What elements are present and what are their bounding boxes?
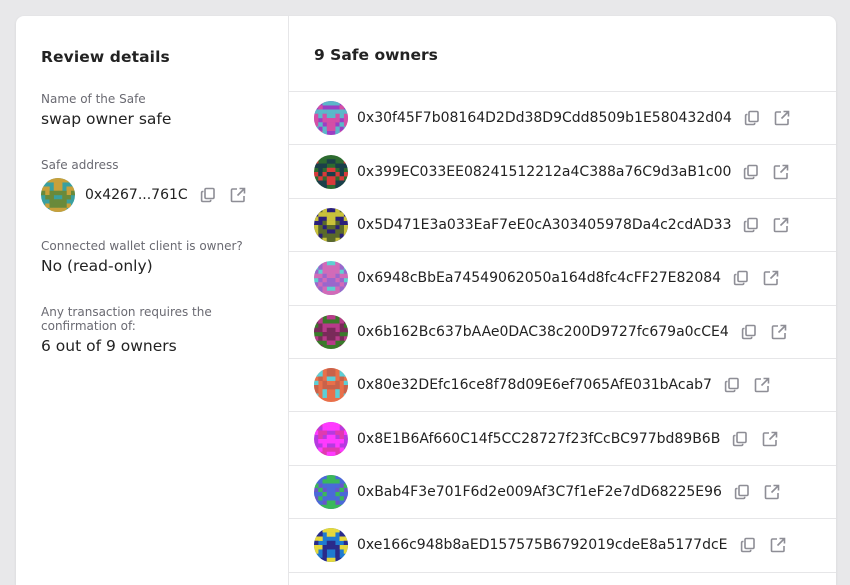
external-link-icon[interactable] <box>773 164 789 180</box>
copy-icon[interactable] <box>200 187 216 203</box>
owner-row: 0xBab4F3e701F6d2e009Af3C7f1eF2e7dD68225E… <box>289 466 836 520</box>
safe-address-value: 0x4267...761C <box>85 187 188 203</box>
safe-avatar <box>41 178 75 212</box>
copy-icon[interactable] <box>743 164 759 180</box>
threshold-value: 6 out of 9 owners <box>41 337 177 355</box>
owner-row: 0x399EC033EE08241512212a4C388a76C9d3aB1c… <box>289 145 836 199</box>
safe-name-value: swap owner safe <box>41 110 172 128</box>
owners-title: 9 Safe owners <box>289 16 836 92</box>
owner-address: 0x6b162Bc637bAAe0DAC38c200D9727fc679a0cC… <box>357 323 729 340</box>
owners-panel: 9 Safe owners 0x30f45F7b08164D2Dd38D9Cdd… <box>289 16 836 585</box>
owner-address: 0xe166c948b8aED157575B6792019cdeE8a5177d… <box>357 537 728 554</box>
owner-avatar <box>314 474 348 509</box>
copy-icon[interactable] <box>734 484 750 500</box>
owner-row: 0x30f45F7b08164D2Dd38D9Cdd8509b1E580432d… <box>289 92 836 146</box>
owner-address: 0x8E1B6Af660C14f5CC28727f23fCcBC977bd89B… <box>357 430 721 447</box>
threshold-label: Any transaction requires the confirmatio… <box>41 305 212 333</box>
review-card: Review details Name of the Safe swap own… <box>16 16 836 585</box>
threshold-field: Any transaction requires the confirmatio… <box>41 305 261 356</box>
owner-avatar <box>314 528 348 563</box>
owner-avatar <box>314 314 348 349</box>
safe-name-field: Name of the Safe swap owner safe <box>41 92 171 129</box>
owner-row: 0x6948cBbEa74549062050a164d8fc4cFF27E820… <box>289 252 836 306</box>
external-link-icon[interactable] <box>754 377 770 393</box>
owner-list: 0x30f45F7b08164D2Dd38D9Cdd8509b1E580432d… <box>289 92 836 573</box>
owner-address: 0x80e32DEfc16ce8f78d09E6ef7065AfE031bAca… <box>357 377 712 394</box>
external-link-icon[interactable] <box>770 537 786 553</box>
review-details-panel: Review details Name of the Safe swap own… <box>16 16 289 585</box>
owner-avatar <box>314 207 348 242</box>
owner-address: 0xBab4F3e701F6d2e009Af3C7f1eF2e7dD68225E… <box>357 483 722 500</box>
review-details-title: Review details <box>41 48 170 66</box>
owner-row: 0xe166c948b8aED157575B6792019cdeE8a5177d… <box>289 519 836 573</box>
owner-avatar <box>314 154 348 189</box>
safe-address-row: 0x4267...761C <box>41 178 246 212</box>
safe-address-field: Safe address 0x4267...761C <box>41 158 246 212</box>
owner-address: 0x5D471E3a033EaF7eE0cA303405978Da4c2cdAD… <box>357 216 732 233</box>
external-link-icon[interactable] <box>762 431 778 447</box>
owner-row: 0x5D471E3a033EaF7eE0cA303405978Da4c2cdAD… <box>289 199 836 253</box>
owner-avatar <box>314 368 348 403</box>
external-link-icon[interactable] <box>230 187 246 203</box>
owner-row: 0x80e32DEfc16ce8f78d09E6ef7065AfE031bAca… <box>289 359 836 413</box>
external-link-icon[interactable] <box>764 484 780 500</box>
external-link-icon[interactable] <box>763 270 779 286</box>
copy-icon[interactable] <box>743 217 759 233</box>
copy-icon[interactable] <box>732 431 748 447</box>
owner-avatar <box>314 101 348 136</box>
owner-row: 0x6b162Bc637bAAe0DAC38c200D9727fc679a0cC… <box>289 306 836 359</box>
external-link-icon[interactable] <box>774 110 790 126</box>
owner-avatar <box>314 261 348 296</box>
owner-address: 0x6948cBbEa74549062050a164d8fc4cFF27E820… <box>357 270 722 287</box>
safe-address-label: Safe address <box>41 158 119 172</box>
owner-avatar <box>314 421 348 456</box>
external-link-icon[interactable] <box>771 324 787 340</box>
copy-icon[interactable] <box>733 270 749 286</box>
owner-address: 0x399EC033EE08241512212a4C388a76C9d3aB1c… <box>357 163 732 180</box>
external-link-icon[interactable] <box>773 217 789 233</box>
copy-icon[interactable] <box>724 377 740 393</box>
safe-name-label: Name of the Safe <box>41 92 146 106</box>
owner-address: 0x30f45F7b08164D2Dd38D9Cdd8509b1E580432d… <box>357 110 732 127</box>
owner-check-label: Connected wallet client is owner? <box>41 239 243 253</box>
copy-icon[interactable] <box>744 110 760 126</box>
owner-check-field: Connected wallet client is owner? No (re… <box>41 239 243 276</box>
copy-icon[interactable] <box>741 324 757 340</box>
copy-icon[interactable] <box>740 537 756 553</box>
owner-row: 0x8E1B6Af660C14f5CC28727f23fCcBC977bd89B… <box>289 412 836 466</box>
owner-check-value: No (read-only) <box>41 257 153 275</box>
